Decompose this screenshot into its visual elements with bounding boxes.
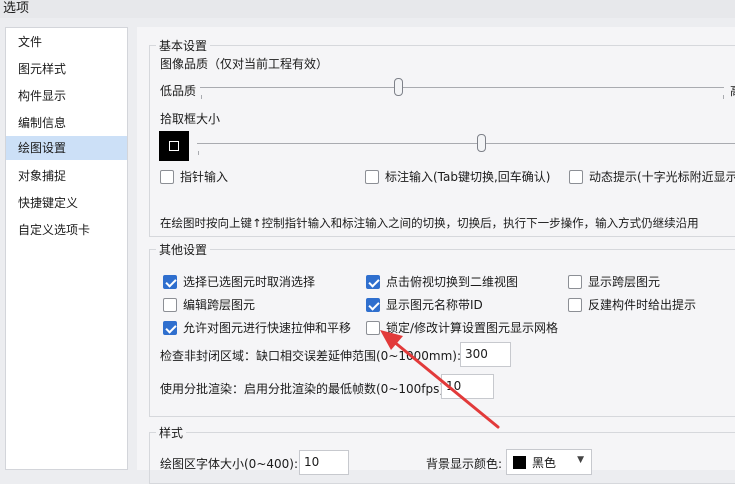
checkbox-label: 选择已选图元时取消选择 (183, 275, 316, 289)
checkbox-label: 编辑跨层图元 (183, 298, 256, 312)
settings-panel: 基本设置 图像品质（仅对当前工程有效） 低品质 高 拾取框大小 指针输入 标注输… (137, 27, 735, 484)
chevron-down-icon: ▼ (577, 455, 584, 465)
checkbox-box (366, 320, 380, 335)
sidebar-item-label: 对象捕捉 (18, 169, 67, 183)
quick-stretch-pan-checkbox[interactable]: 允许对图元进行快速拉伸和平移 (163, 319, 351, 336)
checkbox-label: 动态提示(十字光标附近显示 (589, 170, 735, 184)
edit-cross-layer-checkbox[interactable]: 编辑跨层图元 (163, 296, 255, 313)
background-color-label: 背景显示颜色: (426, 457, 503, 471)
checkbox-label: 显示跨层图元 (588, 275, 661, 289)
font-size-label: 绘图区字体大小(0~400): (160, 457, 299, 471)
checkbox-label: 反建构件时给出提示 (588, 298, 697, 312)
checkbox-label: 指针输入 (180, 170, 229, 184)
checkbox-box (568, 274, 582, 289)
checkbox-label: 锁定/修改计算设置图元显示网格 (386, 321, 559, 335)
pointer-input-checkbox[interactable]: 指针输入 (160, 168, 228, 185)
show-name-id-checkbox[interactable]: 显示图元名称带ID (366, 296, 483, 313)
sidebar-item-drawing-settings[interactable]: 绘图设置 (6, 136, 127, 160)
quality-slider-track[interactable] (200, 87, 724, 88)
checkbox-label: 允许对图元进行快速拉伸和平移 (183, 321, 352, 335)
pickbox-size-label: 拾取框大小 (160, 112, 221, 126)
checkmark-icon (163, 274, 177, 289)
input-switch-hint: 在绘图时按向上键↑控制指针输入和标注输入之间的切换，切换后，执行下一步操作，输入… (160, 216, 699, 230)
title-bar: 选项 (0, 0, 735, 18)
group-title: 样式 (159, 426, 184, 440)
group-title: 基本设置 (159, 39, 208, 53)
batch-render-input[interactable]: 10 (441, 374, 494, 399)
checkbox-box (569, 169, 583, 184)
deselect-selected-checkbox[interactable]: 选择已选图元时取消选择 (163, 273, 315, 290)
color-swatch (513, 455, 526, 469)
sidebar-item-custom-tabs[interactable]: 自定义选项卡 (6, 218, 127, 242)
sidebar-item-label: 快捷键定义 (18, 196, 79, 210)
slider-tick (198, 151, 199, 155)
sidebar-item-label: 编制信息 (18, 116, 67, 130)
dimension-input-checkbox[interactable]: 标注输入(Tab键切换,回车确认) (365, 168, 551, 185)
background-color-select[interactable]: 黑色 ▼ (506, 449, 592, 475)
sidebar-item-object-snap[interactable]: 对象捕捉 (6, 164, 127, 188)
style-group: 样式 (149, 424, 735, 484)
font-size-input[interactable]: 10 (299, 450, 349, 475)
sidebar-item-compile-info[interactable]: 编制信息 (6, 111, 127, 135)
pickbox-slider-track[interactable] (197, 143, 735, 144)
sidebar-item-label: 文件 (18, 35, 43, 49)
slider-tick (723, 95, 724, 99)
checkbox-box (160, 169, 174, 184)
checkbox-box (568, 297, 582, 312)
pickbox-preview (159, 131, 189, 161)
show-cross-layer-checkbox[interactable]: 显示跨层图元 (568, 273, 660, 290)
checkbox-box (163, 297, 177, 312)
sidebar-item-shortcut-keys[interactable]: 快捷键定义 (6, 191, 127, 215)
sidebar-item-label: 构件显示 (18, 89, 67, 103)
options-sidebar: 文件 图元样式 构件显示 编制信息 绘图设置 对象捕捉 快捷键定义 自定义选项卡 (5, 27, 128, 470)
checkbox-label: 标注输入(Tab键切换,回车确认) (385, 170, 551, 184)
top-view-2d-checkbox[interactable]: 点击俯视切换到二维视图 (366, 273, 518, 290)
quality-slider-thumb[interactable] (394, 78, 403, 96)
sidebar-item-component-display[interactable]: 构件显示 (6, 84, 127, 108)
window-title: 选项 (3, 1, 30, 16)
sidebar-item-file[interactable]: 文件 (6, 30, 127, 54)
checkmark-icon (366, 274, 380, 289)
reverse-build-prompt-checkbox[interactable]: 反建构件时给出提示 (568, 296, 696, 313)
gap-check-label: 检查非封闭区域：缺口相交误差延伸范围(0~1000mm): (160, 349, 462, 363)
checkbox-label: 显示图元名称带ID (386, 298, 483, 312)
checkmark-icon (163, 320, 177, 335)
checkmark-icon (366, 297, 380, 312)
sidebar-item-element-style[interactable]: 图元样式 (6, 57, 127, 81)
group-title: 其他设置 (159, 243, 208, 257)
lock-grid-display-checkbox[interactable]: 锁定/修改计算设置图元显示网格 (366, 319, 558, 336)
pickbox-slider-thumb[interactable] (477, 134, 486, 152)
checkbox-box (365, 169, 379, 184)
checkbox-label: 点击俯视切换到二维视图 (386, 275, 519, 289)
dynamic-prompt-checkbox[interactable]: 动态提示(十字光标附近显示 (569, 168, 735, 185)
sidebar-item-label: 绘图设置 (18, 141, 67, 155)
quality-low-label: 低品质 (160, 84, 197, 98)
batch-render-label: 使用分批渲染：启用分批渲染的最低帧数(0~100fps): (160, 382, 449, 396)
quality-high-label: 高 (730, 82, 735, 99)
sidebar-item-label: 图元样式 (18, 62, 67, 76)
sidebar-item-label: 自定义选项卡 (18, 223, 91, 237)
selected-color: 黑色 (532, 455, 557, 470)
gap-range-input[interactable]: 300 (460, 342, 511, 367)
image-quality-label: 图像品质（仅对当前工程有效） (160, 57, 329, 71)
slider-tick (201, 95, 202, 99)
